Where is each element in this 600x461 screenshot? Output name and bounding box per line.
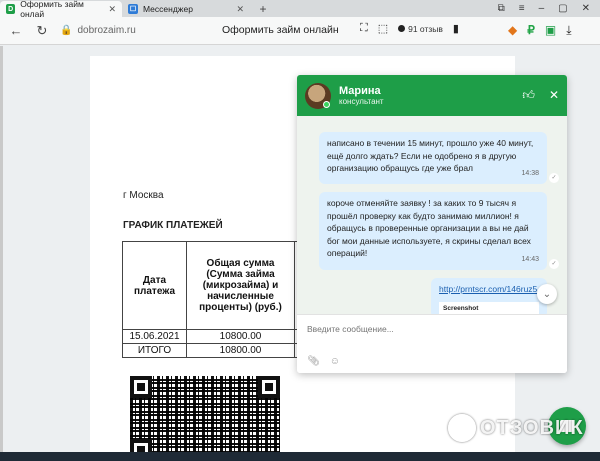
chevron-down-icon: ⌄ [542,288,552,300]
reviews-icon [398,25,406,32]
chat-messages[interactable]: написано в течении 15 минут, прошло уже … [297,116,567,314]
read-check-icon: ✓ [549,259,559,269]
table-row: 15.06.2021 10800.00 [122,329,315,344]
close-tab-icon[interactable]: ✕ [236,4,244,15]
agent-name: Марина [339,85,381,97]
chat-input-area: 📎︎ ☺ [297,314,567,373]
close-chat-icon[interactable]: ✕ [549,88,559,103]
scroll-down-button[interactable]: ⌄ [537,284,557,304]
online-status-icon [323,100,330,108]
table-cell-total-amount: 10800.00 [186,343,295,358]
chat-message-link: http://prntscr.com/146ruz5 Screenshot [431,278,547,314]
minimize-icon[interactable]: – [539,3,545,14]
chat-message: короче отменяйте заявку ! за каких то 9 … [319,192,559,270]
agent-info: Марина консультант [339,85,384,106]
reload-icon[interactable]: ↻ [34,23,50,39]
column-header-total: Общая сумма (Сумма займа (микрозайма) и … [186,241,295,330]
close-window-icon[interactable]: ✕ [582,3,590,14]
qr-finder [258,376,280,398]
table-cell-date: 15.06.2021 [122,329,187,344]
new-tab-button[interactable]: + [256,2,270,16]
chat-message: написано в течении 15 минут, прошло уже … [319,132,559,184]
table-header-row: Дата платежа Общая сумма (Сумма займа (м… [122,241,315,330]
tab-title: Мессенджер [143,4,193,14]
message-time: 14:43 [521,255,539,263]
payment-schedule-table: Дата платежа Общая сумма (Сумма займа (м… [122,241,315,358]
menu-icon[interactable]: ≡ [519,3,525,14]
translate-icon[interactable]: ⛶ [360,22,368,35]
table-cell-amount: 10800.00 [186,329,295,344]
url-field[interactable]: 🔒 dobrozaim.ru [60,25,136,36]
table-cell-total-label: ИТОГО [122,343,187,358]
browser-tab-strip: D Оформить займ онлай ✕ ☐ Мессенджер ✕ +… [0,0,600,19]
screenshot-link[interactable]: http://prntscr.com/146ruz5 [439,284,537,294]
agent-role: консультант [339,97,384,106]
maximize-icon[interactable]: ▢ [558,3,567,14]
chat-input-tools: 📎︎ ☺ [307,356,340,367]
watermark-logo: ОТЗОВИК [448,414,584,442]
site-favicon-icon: D [6,4,16,14]
tab-messenger[interactable]: ☐ Мессенджер ✕ [122,1,250,17]
link-preview-title: Screenshot [439,301,539,314]
document-border [0,46,3,461]
chat-header-actions: 👍︎ ✕ [522,88,559,103]
tab-dobrozaim[interactable]: D Оформить займ онлай ✕ [0,0,122,19]
back-icon[interactable]: ← [8,23,24,38]
messenger-favicon-icon: ☐ [128,4,138,14]
attach-icon[interactable]: 📎︎ [307,356,320,367]
metamask-extension-icon[interactable]: ◆ [508,23,517,38]
bookmark-manager-icon[interactable]: ⧉ [498,3,505,14]
thumbs-up-icon[interactable]: 👍︎ [522,88,535,103]
reviews-count: 91 отзыв [408,23,443,34]
url-text: dobrozaim.ru [77,25,136,36]
reviews-badge[interactable]: 91 отзыв [398,24,443,34]
document-city: г Москва [123,190,164,201]
qr-finder [130,376,152,398]
column-header-date: Дата платежа [122,241,187,330]
message-input[interactable] [307,321,557,337]
downloads-icon[interactable]: ⬚ [378,22,388,35]
download-icon[interactable]: ⤓ [566,23,571,38]
extension-icon[interactable]: ▣ [545,23,556,38]
emoji-icon[interactable]: ☺ [330,356,340,367]
close-tab-icon[interactable]: ✕ [108,4,116,15]
chat-widget: Марина консультант 👍︎ ✕ написано в течен… [297,75,567,373]
bookmark-icon[interactable]: ▮ [453,22,459,35]
message-text: написано в течении 15 минут, прошло уже … [327,138,534,173]
message-text: короче отменяйте заявку ! за каких то 9 … [327,198,531,258]
watermark-text: ОТЗОВИК [480,416,584,439]
message-time: 14:38 [521,169,539,177]
page-title: Оформить займ онлайн [222,24,339,36]
table-row: ИТОГО 10800.00 [122,343,315,358]
address-actions: ⛶ ⬚ 91 отзыв ▮ [360,22,459,35]
lock-icon: 🔒 [60,25,73,36]
watermark-ring-icon [448,414,476,442]
avatar [305,82,331,109]
os-taskbar [0,452,600,461]
window-controls: ⧉ ≡ – ▢ ✕ [498,0,600,17]
chat-header: Марина консультант 👍︎ ✕ [297,75,567,116]
ruble-extension-icon[interactable]: ₽ [527,23,535,38]
read-check-icon: ✓ [549,173,559,183]
address-bar: ← ↻ 🔒 dobrozaim.ru Оформить займ онлайн … [0,17,600,45]
schedule-title: ГРАФИК ПЛАТЕЖЕЙ [123,220,223,231]
extension-icons: ◆ ₽ ▣ ⤓ [508,23,572,38]
qr-code [130,376,280,461]
